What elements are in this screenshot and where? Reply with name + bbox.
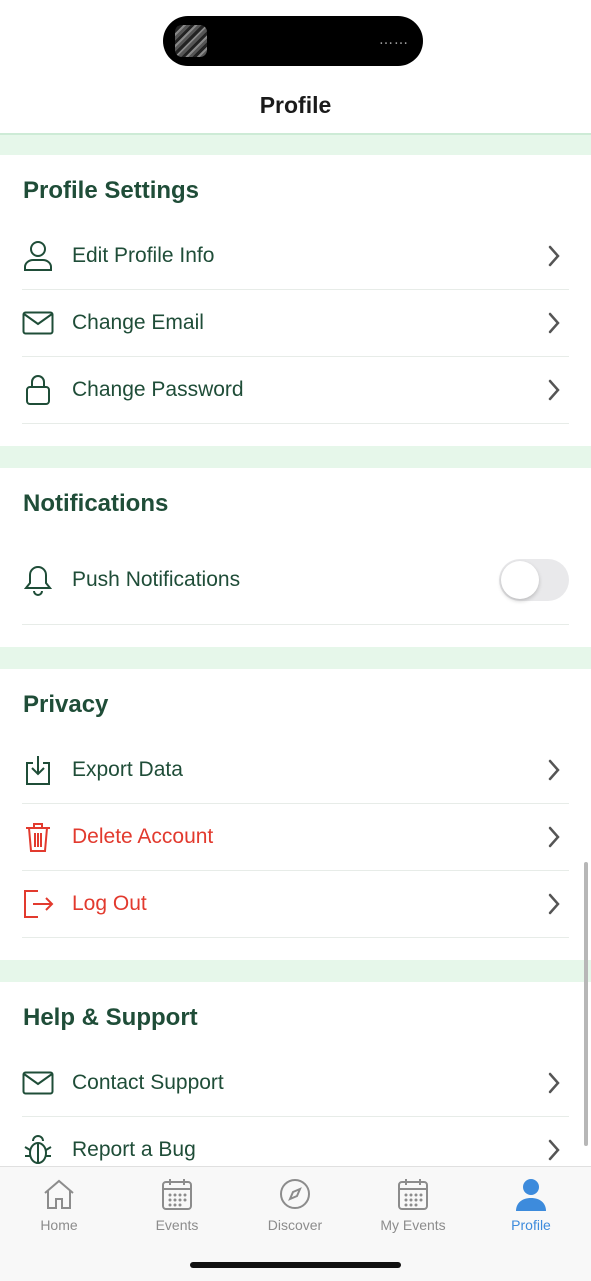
chevron-right-icon [548,379,560,401]
toggle-knob [501,561,539,599]
dynamic-island: …… [163,16,423,66]
settings-scroll-view[interactable]: Profile Settings Edit Profile Info Chang… [0,135,591,1166]
calendar-icon [162,1179,192,1210]
log-out-label: Log Out [72,892,147,915]
change-email-row[interactable]: Change Email [22,290,569,357]
tab-profile[interactable]: Profile [472,1177,590,1233]
export-data-label: Export Data [72,758,183,781]
report-bug-label: Report a Bug [72,1138,196,1161]
contact-support-label: Contact Support [72,1071,224,1094]
tab-home[interactable]: Home [0,1177,118,1233]
chevron-right-icon [548,759,560,781]
tab-label: Home [40,1217,78,1233]
chevron-right-icon [548,312,560,334]
chevron-right-icon [548,1139,560,1161]
chevron-right-icon [548,893,560,915]
change-password-row[interactable]: Change Password [22,357,569,424]
chevron-right-icon [548,245,560,267]
change-password-label: Change Password [72,378,244,401]
bell-icon [22,564,54,596]
delete-account-row[interactable]: Delete Account [22,804,569,871]
section-gap [0,446,591,468]
tab-events[interactable]: Events [118,1177,236,1233]
logout-icon [22,888,54,920]
section-gap [0,647,591,669]
edit-profile-info-row[interactable]: Edit Profile Info [22,223,569,290]
section-title-profile-settings: Profile Settings [23,177,200,204]
chevron-right-icon [548,1072,560,1094]
tab-label: Profile [511,1217,551,1233]
delete-account-label: Delete Account [72,825,214,848]
chevron-right-icon [548,826,560,848]
person-icon [22,240,54,272]
home-icon [44,1179,74,1209]
report-bug-row[interactable]: Report a Bug [22,1117,569,1166]
section-title-privacy: Privacy [23,691,109,718]
page-title: Profile [259,92,332,118]
section-title-notifications: Notifications [23,490,169,517]
export-data-row[interactable]: Export Data [22,737,569,804]
lock-icon [22,374,54,406]
scrollbar[interactable] [584,862,588,1146]
section-title-help-support: Help & Support [23,1004,198,1031]
tab-label: My Events [380,1217,446,1233]
log-out-row[interactable]: Log Out [22,871,569,938]
push-notifications-label: Push Notifications [72,568,241,591]
contact-support-row[interactable]: Contact Support [22,1050,569,1117]
tab-label: Discover [267,1217,323,1233]
compass-icon [280,1179,310,1209]
download-icon [22,754,54,786]
calendar-icon [398,1179,428,1210]
trash-icon [22,821,54,853]
change-email-label: Change Email [72,311,204,334]
push-notifications-row: Push Notifications [22,536,569,625]
status-dots: …… [379,32,409,48]
section-gap [0,960,591,982]
tab-label: Events [155,1217,199,1233]
home-indicator[interactable] [190,1262,401,1268]
bug-icon [22,1134,54,1166]
tab-discover[interactable]: Discover [236,1177,354,1233]
media-thumbnail [175,25,207,57]
edit-profile-info-label: Edit Profile Info [72,244,215,267]
push-notifications-toggle[interactable] [499,559,569,601]
tab-my-events[interactable]: My Events [354,1177,472,1233]
envelope-icon [22,307,54,339]
envelope-icon [22,1067,54,1099]
profile-icon [516,1179,546,1211]
section-gap [0,135,591,155]
